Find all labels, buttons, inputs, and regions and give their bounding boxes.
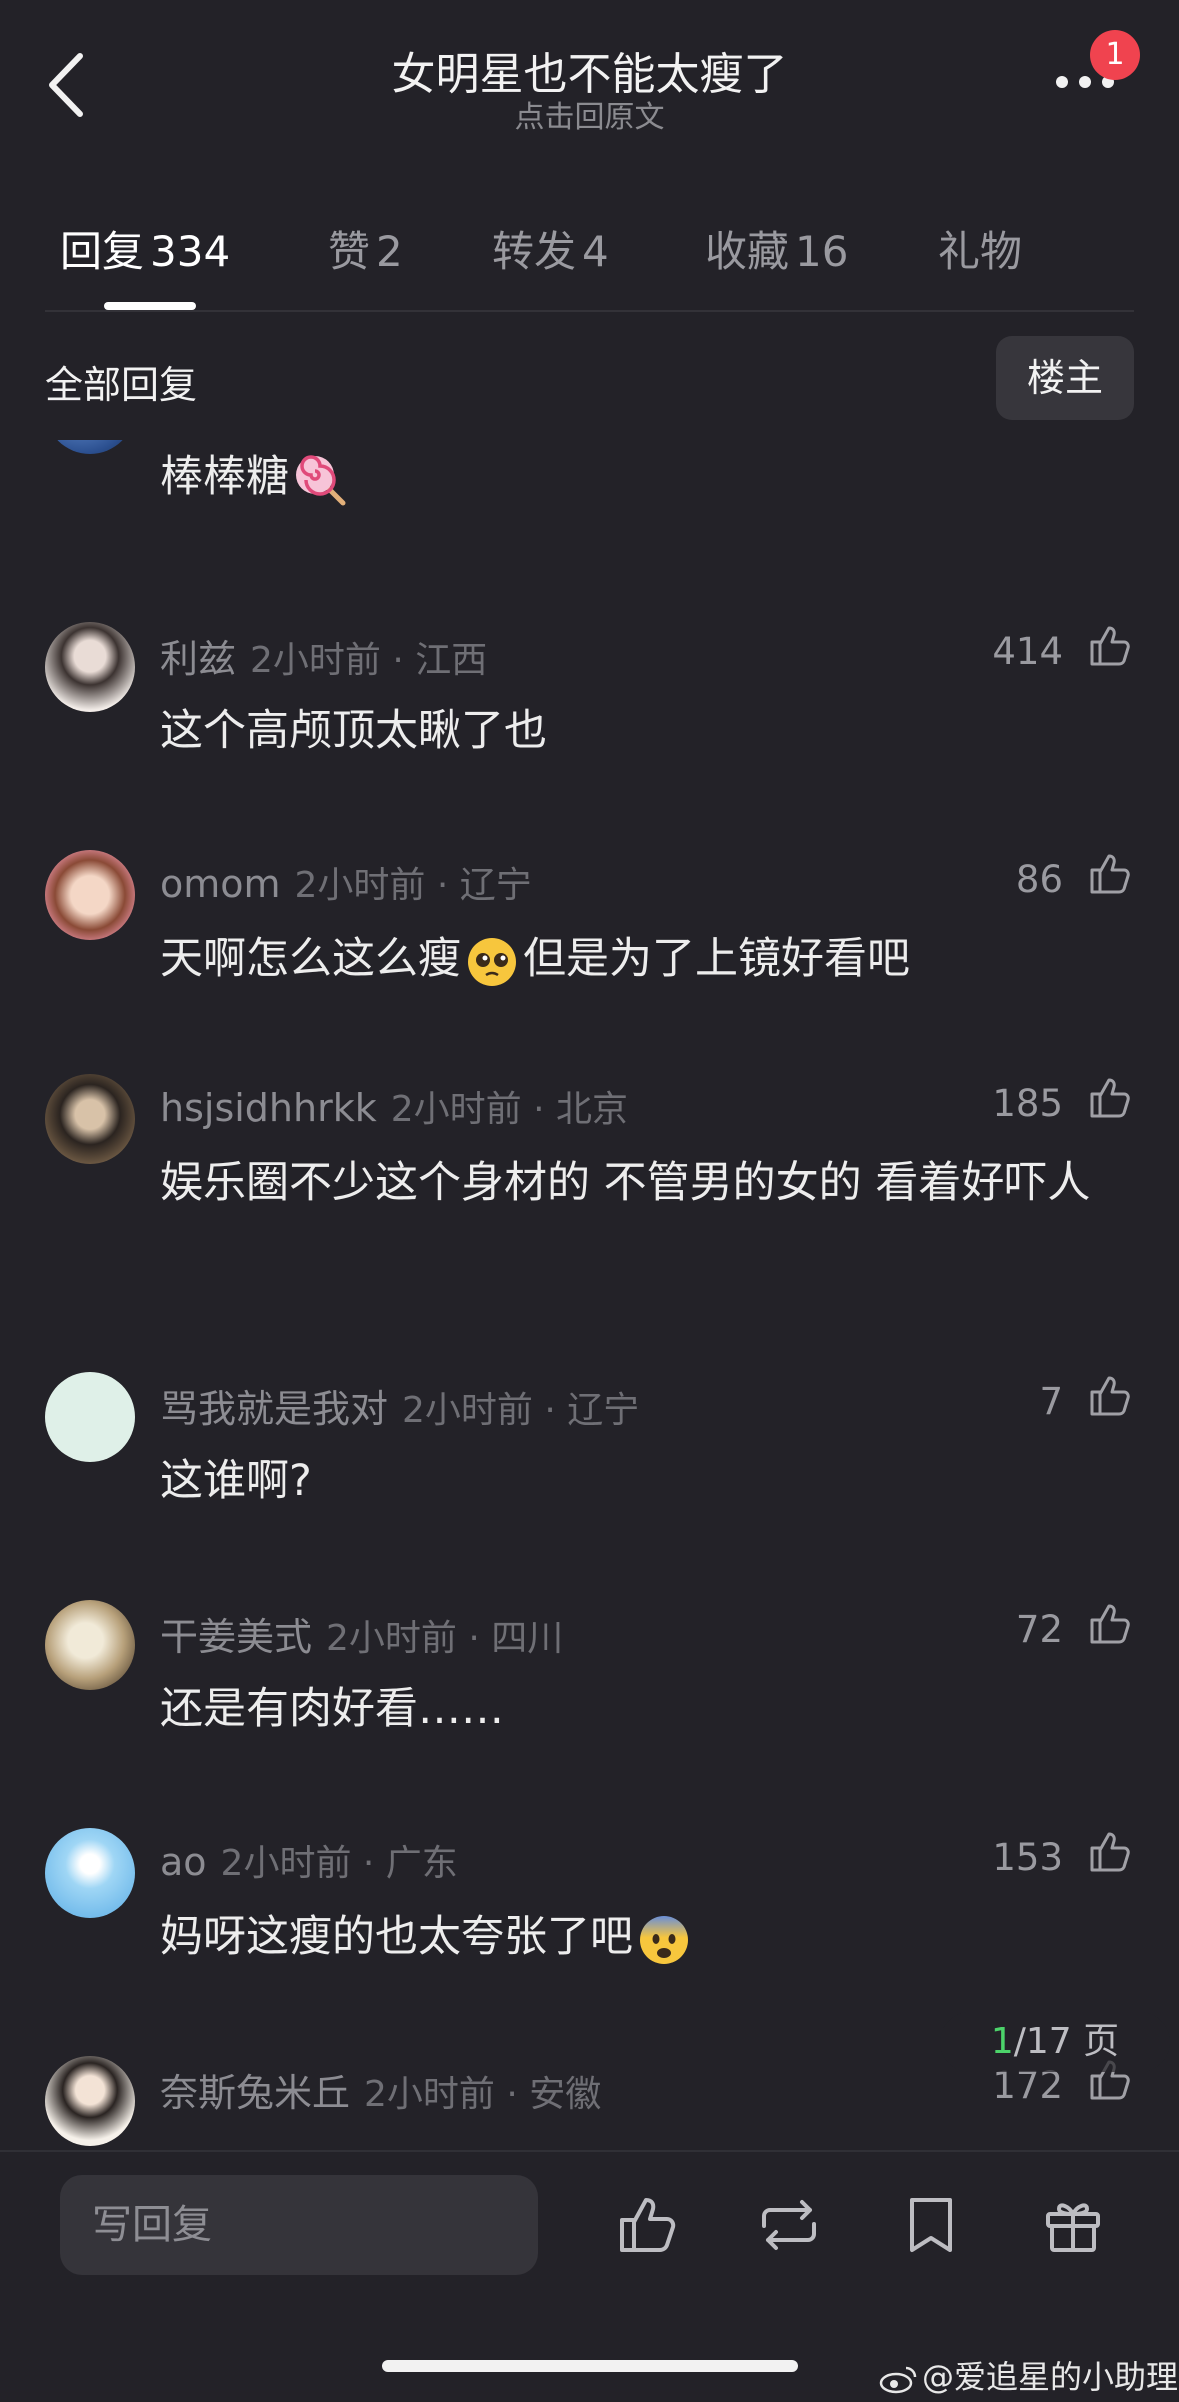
username[interactable]: 奈斯兔米丘	[160, 2071, 350, 2115]
avatar[interactable]	[45, 1372, 135, 1462]
username[interactable]: omom	[160, 862, 281, 906]
total-pages: /17 页	[1013, 2021, 1120, 2062]
tab-label: 回复	[60, 227, 145, 276]
op-filter-button[interactable]: 楼主	[996, 336, 1134, 420]
avatar[interactable]	[45, 1074, 135, 1164]
like-count: 185	[992, 1082, 1063, 1125]
repost-icon[interactable]	[756, 2192, 822, 2258]
avatar[interactable]	[45, 850, 135, 940]
pleading-face-icon	[468, 937, 516, 986]
tab-label: 赞	[328, 227, 371, 276]
comment-meta: 2小时前 · 辽宁	[402, 1390, 640, 1431]
comment-text: 天啊怎么这么瘦 但是为了上镜好看吧	[160, 922, 1100, 996]
like-count: 72	[1015, 1608, 1063, 1651]
fearful-face-icon	[640, 1915, 688, 1964]
gift-icon[interactable]	[1040, 2192, 1106, 2258]
username[interactable]: 利兹	[160, 637, 236, 681]
comment-text: 这个高颅顶太瞅了也	[160, 706, 547, 756]
like-count: 414	[992, 630, 1063, 673]
current-page: 1	[990, 2021, 1014, 2062]
like-count: 153	[992, 1836, 1063, 1879]
tab-replies[interactable]: 回复 334	[60, 218, 230, 279]
like-icon[interactable]	[1086, 622, 1134, 670]
home-indicator[interactable]	[382, 2360, 798, 2372]
tab-label: 礼物	[938, 227, 1023, 276]
tab-count: 4	[582, 227, 609, 276]
avatar[interactable]	[45, 622, 135, 712]
back-to-original-link[interactable]: 点击回原文	[0, 92, 1179, 136]
avatar[interactable]	[45, 440, 135, 454]
like-icon[interactable]	[1086, 1828, 1134, 1876]
like-icon[interactable]	[1086, 1600, 1134, 1648]
username[interactable]: 干姜美式	[160, 1615, 312, 1659]
page-indicator[interactable]: 1/17 页	[940, 2012, 1170, 2072]
active-tab-indicator	[104, 302, 196, 310]
avatar[interactable]	[45, 1600, 135, 1690]
like-icon[interactable]	[1086, 1372, 1134, 1420]
tab-count: 2	[376, 227, 403, 276]
like-count: 7	[1039, 1380, 1063, 1423]
divider	[45, 310, 1134, 312]
username[interactable]: 骂我就是我对	[160, 1387, 388, 1431]
all-replies-label: 全部回复	[45, 363, 198, 407]
comment-text: 妈呀这瘦的也太夸张了吧	[160, 1900, 1100, 1974]
comment-meta: 2小时前 · 广东	[220, 1843, 458, 1884]
tab-count: 334	[150, 227, 231, 276]
tab-label: 收藏	[705, 227, 790, 276]
notification-badge: 1	[1090, 30, 1140, 80]
avatar[interactable]	[45, 1828, 135, 1918]
lollipop-icon	[296, 454, 346, 505]
weibo-logo-icon	[879, 2366, 917, 2394]
comment-text: 这谁啊?	[160, 1456, 312, 1506]
tab-favorites[interactable]: 收藏 16	[705, 218, 848, 279]
comment-text: 棒棒糖	[160, 440, 1100, 514]
comment-meta: 2小时前 · 北京	[390, 1089, 628, 1130]
comment-meta: 2小时前 · 江西	[250, 640, 488, 681]
comment-text: 还是有肉好看……	[160, 1684, 504, 1734]
username[interactable]: hsjsidhhrkk	[160, 1086, 377, 1130]
bookmark-icon[interactable]	[898, 2192, 964, 2258]
like-count: 86	[1015, 858, 1063, 901]
comment-text: 娱乐圈不少这个身材的 不管男的女的 看着好吓人	[160, 1158, 1091, 1208]
comment-list[interactable]: 棒棒糖 利兹 2小时前 · 江西 414 这个高颅顶太瞅了也 omom 2小时前 ·…	[0, 440, 1179, 2150]
tab-label: 转发	[492, 227, 577, 276]
like-icon[interactable]	[1086, 1074, 1134, 1122]
tab-count: 16	[795, 227, 849, 276]
username[interactable]: ao	[160, 1840, 207, 1884]
avatar[interactable]	[45, 2056, 135, 2146]
comment-meta: 2小时前 · 安徽	[364, 2074, 602, 2115]
watermark: @爱追星的小助理	[878, 2352, 1178, 2398]
tab-likes[interactable]: 赞2	[328, 218, 403, 279]
tab-gifts[interactable]: 礼物	[938, 218, 1022, 279]
like-icon[interactable]	[614, 2192, 680, 2258]
comment-meta: 2小时前 · 四川	[326, 1618, 564, 1659]
tab-reposts[interactable]: 转发 4	[492, 218, 609, 279]
reply-input[interactable]: 写回复	[60, 2175, 538, 2275]
like-icon[interactable]	[1086, 850, 1134, 898]
comment-meta: 2小时前 · 辽宁	[294, 865, 532, 906]
